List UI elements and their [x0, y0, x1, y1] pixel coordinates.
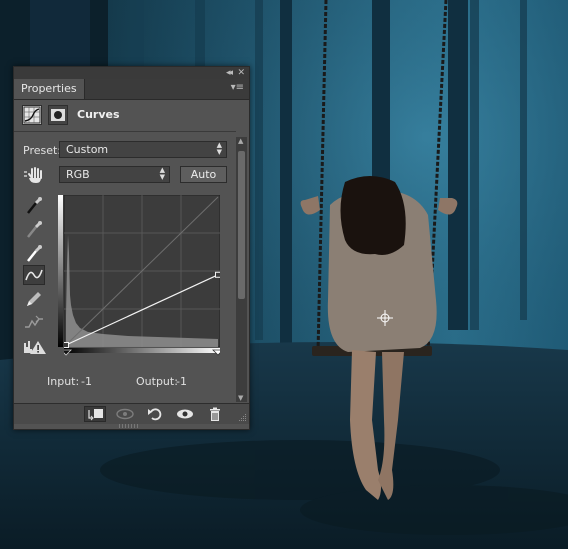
- properties-panel: ◂◂ ✕ Properties ▾≡ Curves Preset: Custom…: [13, 66, 250, 430]
- curves-adjustment-icon[interactable]: [22, 105, 42, 125]
- input-label: Input:: [47, 375, 80, 388]
- curve-point-edit-icon[interactable]: [23, 265, 45, 285]
- curve-control-point[interactable]: [215, 271, 221, 278]
- scroll-down-icon[interactable]: ▼: [238, 394, 243, 402]
- white-input-slider[interactable]: [212, 349, 220, 356]
- channel-select[interactable]: RGB ▲ ▼: [59, 166, 170, 183]
- black-point-eyedropper-icon[interactable]: [23, 195, 45, 215]
- preset-value: Custom: [66, 143, 109, 156]
- trash-icon[interactable]: [204, 406, 226, 422]
- preset-label: Preset:: [23, 144, 62, 157]
- curve-overlay: [64, 271, 221, 356]
- reset-icon[interactable]: [144, 406, 166, 422]
- curve-control-point[interactable]: [64, 342, 69, 348]
- header-divider: [14, 131, 236, 132]
- resize-grip-icon[interactable]: [239, 414, 247, 422]
- panel-titlebar[interactable]: ◂◂ ✕: [14, 67, 249, 79]
- scroll-thumb[interactable]: [238, 151, 245, 299]
- tab-bar: Properties ▾≡: [14, 79, 249, 100]
- auto-button[interactable]: Auto: [180, 166, 227, 183]
- scroll-up-icon[interactable]: ▲: [238, 137, 243, 145]
- adjustment-title: Curves: [77, 108, 120, 121]
- targeted-adjustment-hand-icon[interactable]: [23, 166, 45, 184]
- updown-arrows-icon: ▲ ▼: [159, 166, 165, 181]
- panel-drag-handle[interactable]: [119, 424, 139, 428]
- clipping-warning-icon[interactable]: [23, 337, 46, 357]
- close-icon[interactable]: ✕: [237, 67, 245, 79]
- smooth-curve-icon[interactable]: [23, 313, 45, 333]
- white-point-eyedropper-icon[interactable]: [23, 243, 45, 263]
- panel-scrollbar[interactable]: ▲ ▼: [236, 137, 247, 402]
- view-previous-state-icon[interactable]: [114, 406, 136, 422]
- curve-line[interactable]: [65, 274, 219, 346]
- output-value[interactable]: -1: [176, 375, 187, 388]
- channel-value: RGB: [66, 168, 90, 181]
- preset-select[interactable]: Custom ▲ ▼: [59, 141, 227, 158]
- black-input-slider[interactable]: [64, 349, 72, 356]
- panel-bottom-bar: [14, 403, 249, 424]
- visibility-eye-icon[interactable]: [174, 406, 196, 422]
- gray-point-eyedropper-icon[interactable]: [23, 219, 45, 239]
- pencil-icon[interactable]: [23, 289, 45, 309]
- updown-arrows-icon: ▲ ▼: [216, 141, 222, 156]
- clip-to-layer-icon[interactable]: [84, 406, 106, 422]
- output-label: Output:: [136, 375, 178, 388]
- mask-icon[interactable]: [48, 105, 68, 125]
- tab-properties[interactable]: Properties: [14, 79, 85, 99]
- input-value[interactable]: -1: [81, 375, 92, 388]
- panel-menu-icon[interactable]: ▾≡: [231, 82, 244, 93]
- collapse-icon[interactable]: ◂◂: [226, 67, 233, 79]
